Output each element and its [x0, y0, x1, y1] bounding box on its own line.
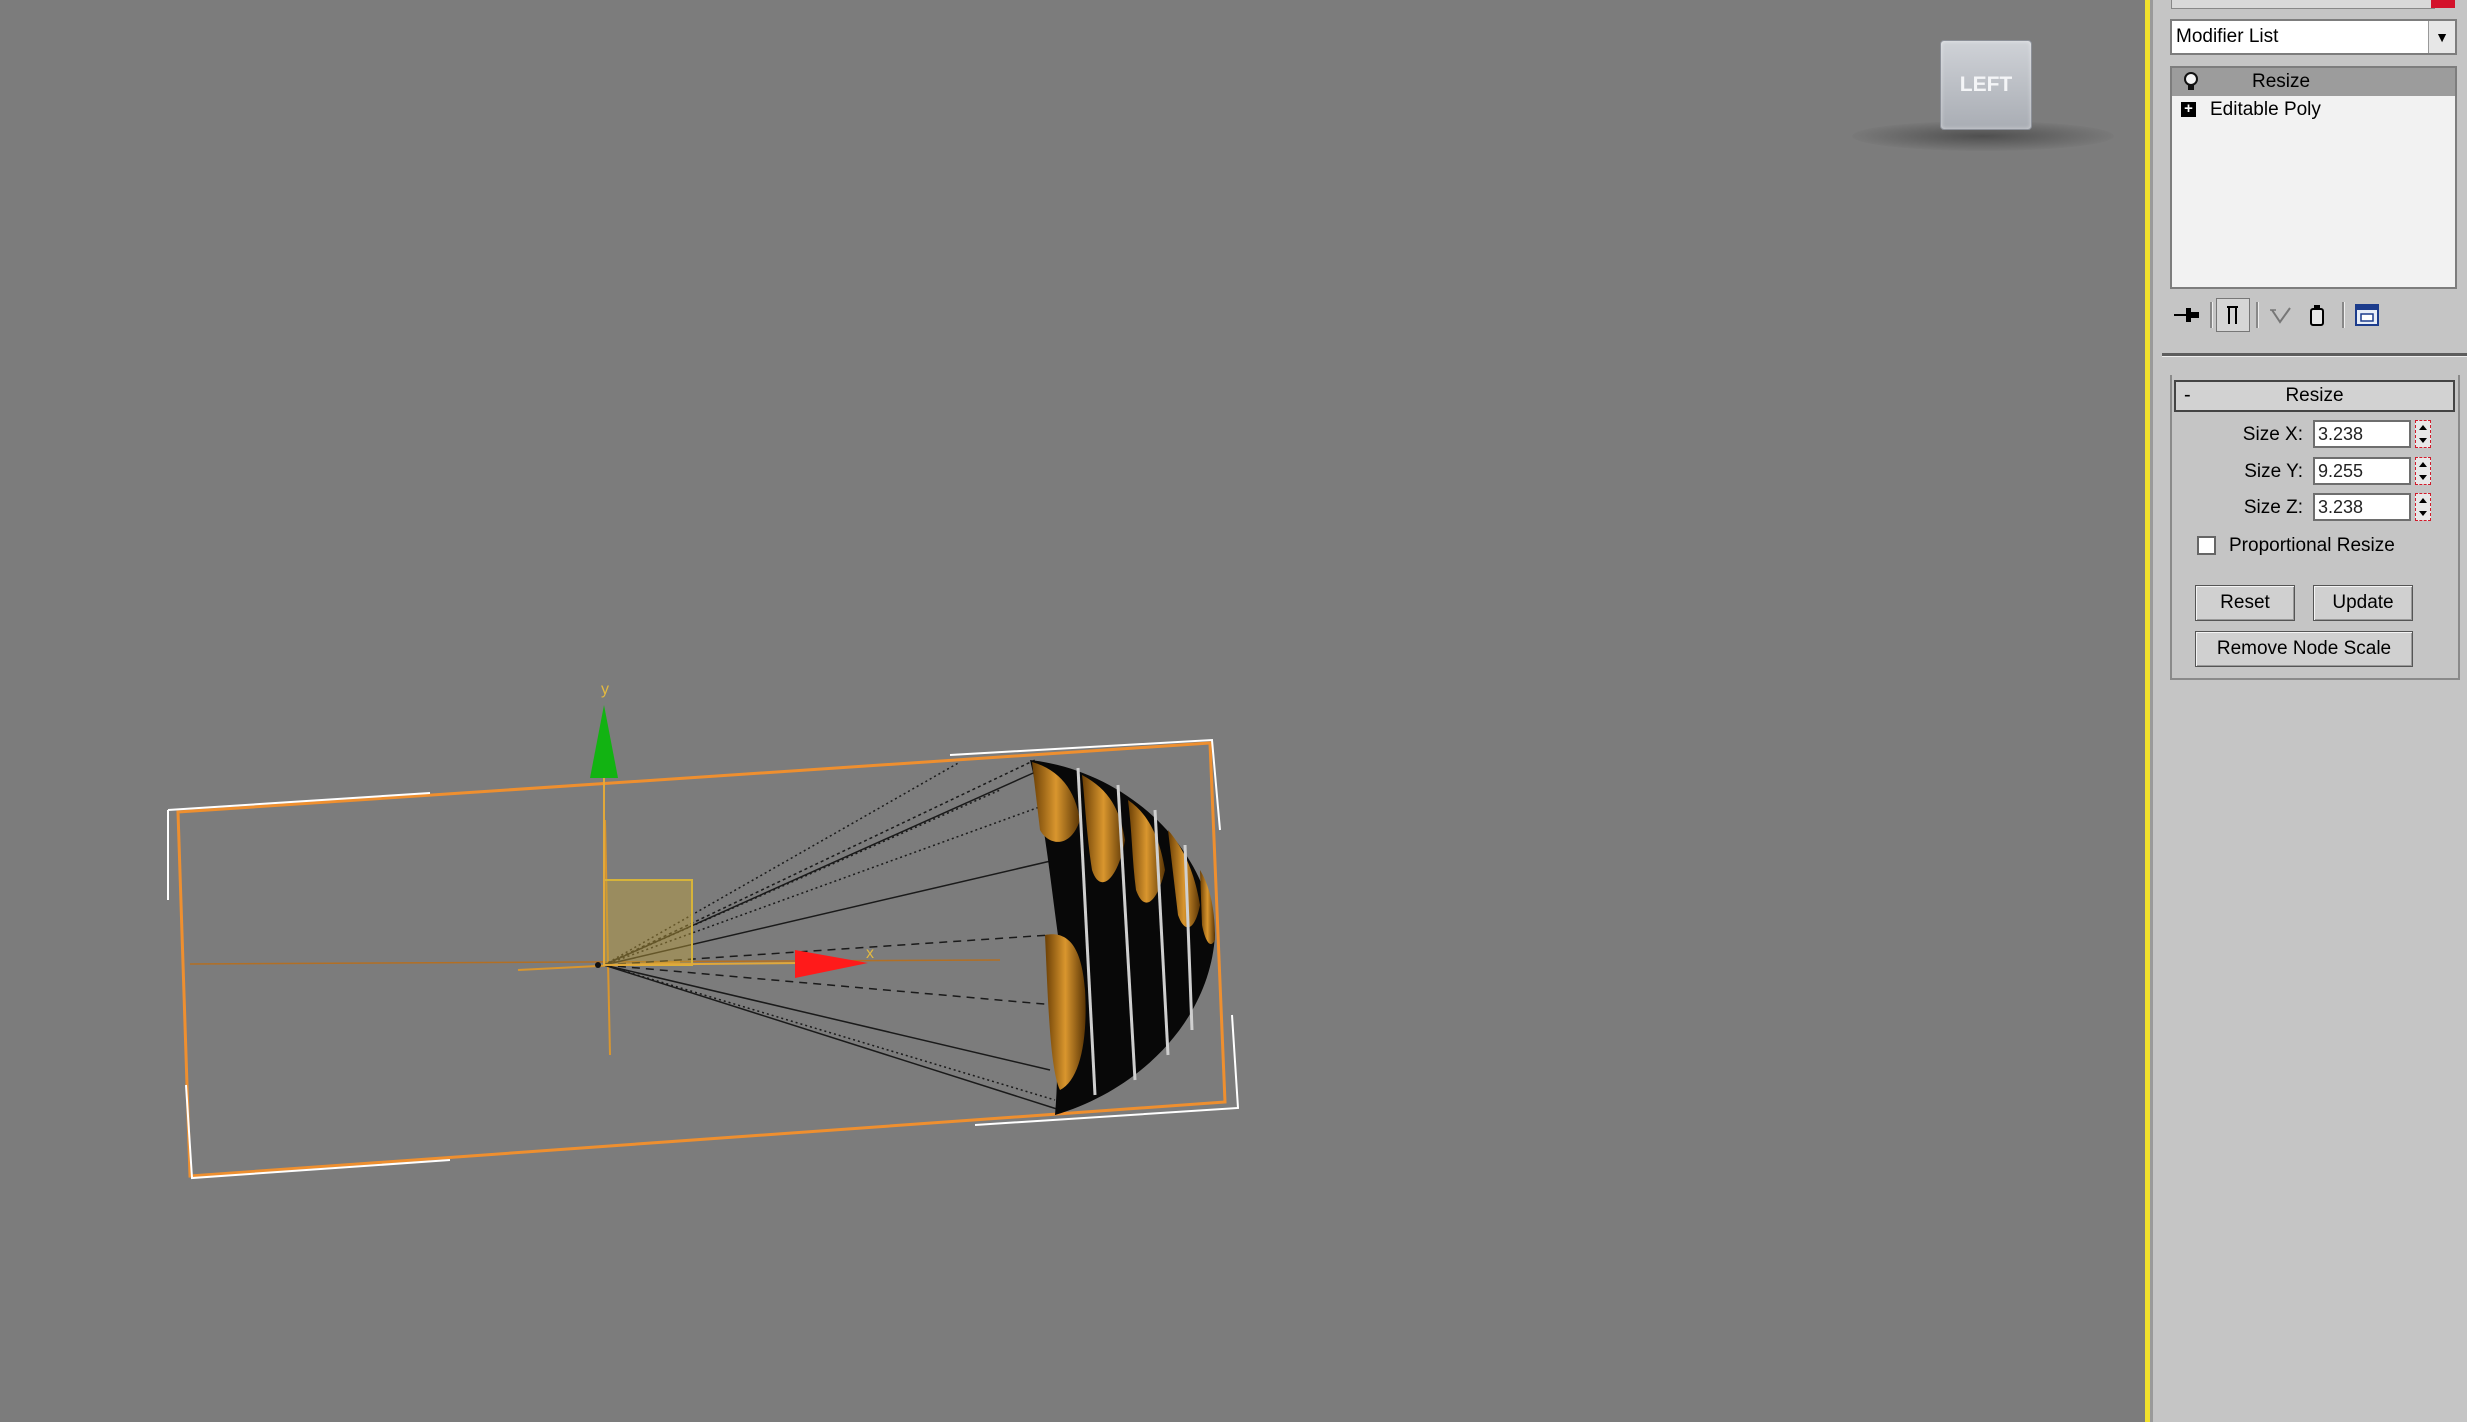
- size-x-spinner[interactable]: [2415, 420, 2431, 448]
- y-axis-arrow[interactable]: [590, 705, 618, 778]
- rollout-header[interactable]: - Resize: [2174, 380, 2455, 412]
- stack-item-label: Resize: [2252, 71, 2311, 92]
- x-axis-arrow[interactable]: [795, 950, 868, 978]
- chevron-down-icon[interactable]: ▼: [2428, 21, 2455, 53]
- panel-divider: [2162, 353, 2467, 357]
- proportional-resize-label: Proportional Resize: [2229, 535, 2395, 556]
- remove-modifier-icon[interactable]: [2300, 298, 2334, 332]
- expand-plus-icon[interactable]: +: [2181, 101, 2196, 117]
- proportional-resize-checkbox[interactable]: [2197, 536, 2216, 555]
- rollout-title: Resize: [2285, 385, 2344, 406]
- modifier-list-value: Modifier List: [2176, 26, 2279, 47]
- stack-item-resize[interactable]: Resize: [2172, 68, 2455, 96]
- viewcube[interactable]: LEFT: [1940, 40, 2032, 130]
- perspective-viewport[interactable]: y x LEFT: [0, 0, 2145, 1422]
- pin-stack-icon[interactable]: [2170, 298, 2204, 332]
- stack-toolbar: [2170, 296, 2460, 336]
- size-y-input[interactable]: 9.255: [2313, 457, 2411, 485]
- parachute-canopy: [1030, 760, 1215, 1115]
- size-z-input[interactable]: 3.238: [2313, 493, 2411, 521]
- size-x-label: Size X:: [2242, 424, 2303, 445]
- update-button[interactable]: Update: [2313, 585, 2413, 621]
- size-z-label: Size Z:: [2243, 497, 2303, 518]
- lightbulb-icon[interactable]: [2182, 71, 2200, 93]
- size-y-spinner[interactable]: [2415, 457, 2431, 485]
- transform-gizmo[interactable]: y x: [590, 681, 874, 978]
- object-name-field[interactable]: [2171, 0, 2435, 9]
- x-axis-label: x: [866, 945, 874, 962]
- scene-canvas[interactable]: y x: [0, 0, 2145, 1422]
- collapse-icon[interactable]: -: [2184, 384, 2191, 407]
- size-y-label: Size Y:: [2244, 461, 2303, 482]
- modifier-stack[interactable]: Resize + Editable Poly: [2170, 66, 2457, 289]
- show-end-result-icon[interactable]: [2216, 298, 2250, 332]
- stack-item-editable-poly[interactable]: + Editable Poly: [2172, 96, 2455, 124]
- size-z-spinner[interactable]: [2415, 493, 2431, 521]
- configure-modifier-sets-icon[interactable]: [2350, 298, 2384, 332]
- remove-node-scale-button[interactable]: Remove Node Scale: [2195, 631, 2413, 667]
- modifier-list-dropdown[interactable]: Modifier List ▼: [2170, 19, 2457, 55]
- object-color-swatch[interactable]: [2431, 0, 2455, 8]
- y-axis-label: y: [601, 681, 609, 698]
- xy-plane-handle[interactable]: [603, 879, 693, 966]
- reset-button[interactable]: Reset: [2195, 585, 2295, 621]
- command-panel: Modifier List ▼ Resize + Editable Poly -…: [2150, 0, 2467, 1422]
- make-unique-icon[interactable]: [2264, 298, 2298, 332]
- stack-item-label: Editable Poly: [2210, 99, 2321, 120]
- local-axis-line: [189, 959, 1001, 965]
- size-x-input[interactable]: 3.238: [2313, 420, 2411, 448]
